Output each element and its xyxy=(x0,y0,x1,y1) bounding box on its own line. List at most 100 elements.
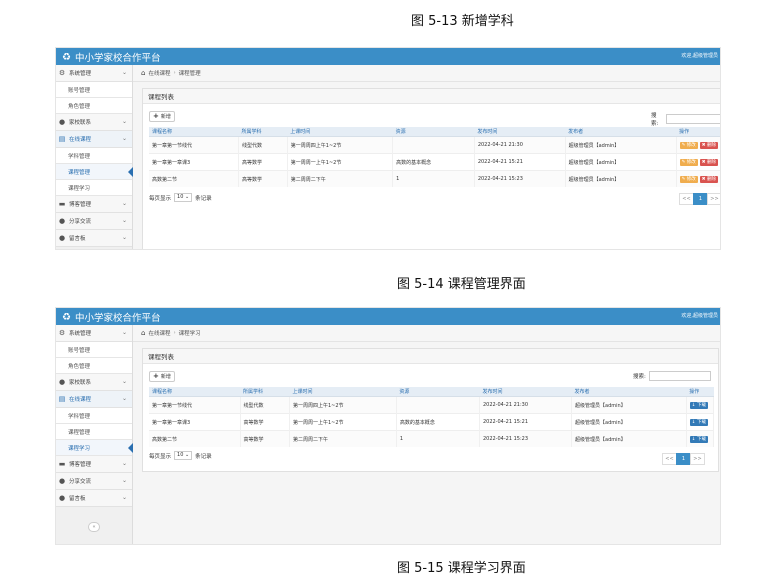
sidebar-sub-subjects[interactable]: 学科管理 xyxy=(56,408,132,424)
sidebar-sub-subjects[interactable]: 学科管理 xyxy=(56,148,132,164)
chevron-down-icon: ⌄ xyxy=(121,329,127,336)
table-row: 第一章第一节线代 线型代数 第一周周四上午1~2节 2022-04-21 21:30 超… xyxy=(149,136,720,154)
chevron-down-icon: ⌄ xyxy=(121,118,127,125)
collapse-sidebar-icon[interactable]: « xyxy=(88,522,100,532)
sidebar-sub-accounts[interactable]: 账号管理 xyxy=(56,342,132,358)
search-input[interactable] xyxy=(665,114,720,124)
chevron-down-icon: ⌄ xyxy=(121,395,127,402)
pager-prev[interactable]: << xyxy=(662,453,677,465)
chat-icon: ● xyxy=(58,477,66,485)
tag-icon: ● xyxy=(58,118,66,126)
per-page-select[interactable]: 10 ⌄ xyxy=(174,451,193,460)
blog-icon: ▬ xyxy=(58,460,66,468)
app-title: 中小学家校合作平台 xyxy=(74,53,161,64)
screenshot-course-study: ♻ 中小学家校合作平台 欢迎,超级管理员 ⚙ 系统管理 ⌄ 账号管理 角色管理 ● 家… xyxy=(55,307,721,545)
chevron-down-icon: ⌄ xyxy=(121,234,127,241)
sidebar-sub-course-study[interactable]: 课程学习 xyxy=(56,180,132,196)
screenshot-course-management: ♻ 中小学家校合作平台 欢迎,超级管理员 ⚙ 系统管理 ⌄ 账号管理 角色管理 ● 家… xyxy=(55,47,721,250)
sidebar-item-system[interactable]: ⚙ 系统管理 ⌄ xyxy=(56,65,132,82)
add-button[interactable]: + 新增 xyxy=(149,371,175,382)
app-brand: ♻ 中小学家校合作平台 xyxy=(62,50,161,65)
figure-caption-middle: 图 5-14 课程管理界面 xyxy=(397,277,526,292)
breadcrumb-item[interactable]: 在线课程 xyxy=(148,69,170,77)
sidebar-item-system[interactable]: ⚙ 系统管理 ⌄ xyxy=(56,325,132,342)
sidebar-item-courses[interactable]: ▤ 在线课程 ⌄ xyxy=(56,391,132,408)
pager-next[interactable]: >> xyxy=(690,453,705,465)
table-row: 第一章第一节线代 线型代数 第一周周四上午1~2节 2022-04-21 21:30 超… xyxy=(149,396,715,414)
breadcrumb-item[interactable]: 在线课程 xyxy=(148,329,170,337)
sidebar-item-home-school[interactable]: ● 家校联系 ⌄ xyxy=(56,374,132,391)
pagination: << 1 >> xyxy=(662,453,705,465)
course-table: 课程名称 所属学科 上课时间 资源 发布时间 发布者 操作 第一章第一节线代 线型… xyxy=(149,387,715,447)
search-input[interactable] xyxy=(648,371,711,381)
recycle-logo-icon: ♻ xyxy=(62,51,71,63)
app-brand: ♻ 中小学家校合作平台 xyxy=(62,310,160,325)
sidebar-item-blog[interactable]: ▬ 博客管理 ⌄ xyxy=(56,456,132,473)
sidebar: ⚙ 系统管理 ⌄ 账号管理 角色管理 ● 家校联系 ⌄ ▤ 在线课程 ⌄ 学科管理 课程管理… xyxy=(56,65,133,249)
sidebar-sub-accounts[interactable]: 账号管理 xyxy=(56,82,132,98)
home-icon[interactable]: ⌂ xyxy=(141,329,145,337)
chevron-down-icon: ⌄ xyxy=(121,135,127,142)
edit-button[interactable]: ✎ 修改 xyxy=(679,175,698,183)
edit-button[interactable]: ✎ 修改 xyxy=(679,158,698,166)
comment-icon: ● xyxy=(58,234,66,242)
download-button[interactable]: ↓ 下载 xyxy=(689,435,708,443)
breadcrumb: ⌂ 在线课程 › 课程学习 xyxy=(133,325,720,342)
course-list-panel: 课程列表 + 新增 搜索: 课程名称 所属学科 上课时间 资源 发布时间 发布者 … xyxy=(142,348,719,472)
edit-button[interactable]: ✎ 修改 xyxy=(679,141,698,149)
download-button[interactable]: ↓ 下载 xyxy=(689,418,708,426)
sidebar-item-share[interactable]: ● 分享交流 ⌄ xyxy=(56,473,132,490)
blog-icon: ▬ xyxy=(58,200,66,208)
pager-next[interactable]: >> xyxy=(707,193,720,205)
chat-icon: ● xyxy=(58,217,66,225)
plus-icon: + xyxy=(153,112,159,120)
chevron-down-icon: ⌄ xyxy=(121,217,127,224)
gear-icon: ⚙ xyxy=(58,69,66,77)
pagination: << 1 >> xyxy=(679,193,720,205)
table-row: 高数第二节 高等数学 第二周周二下午 1 2022-04-21 15:23 超级管理员【a… xyxy=(149,170,720,187)
per-page-select[interactable]: 10 ⌄ xyxy=(174,193,193,202)
sidebar-sub-course-manage[interactable]: 课程管理 xyxy=(56,424,132,440)
figure-caption-bottom: 图 5-15 课程学习界面 xyxy=(397,561,526,576)
table-row: 第一章第一章课3 高等数学 第一周周一上午1~2节 高数的基本概念 2022-04-21… xyxy=(149,153,720,171)
table-row: 高数第二节 高等数学 第二周周二下午 1 2022-04-21 15:23 超级管理员【a… xyxy=(149,430,715,447)
chevron-down-icon: ⌄ xyxy=(121,460,127,467)
download-button[interactable]: ↓ 下载 xyxy=(689,401,708,409)
figure-caption-top: 图 5-13 新增学科 xyxy=(411,14,514,29)
panel-title: 课程列表 xyxy=(143,89,720,104)
pager-page[interactable]: 1 xyxy=(693,193,708,205)
sidebar-item-message-board[interactable]: ● 留言板 ⌄ xyxy=(56,230,132,247)
sidebar: ⚙ 系统管理 ⌄ 账号管理 角色管理 ● 家校联系 ⌄ ▤ 在线课程 ⌄ 学科管理 课程管理… xyxy=(56,325,133,544)
pager-prev[interactable]: << xyxy=(679,193,694,205)
course-table: 课程名称 所属学科 上课时间 资源 发布时间 发布者 操作 第一章第一节线代 线型… xyxy=(149,127,720,187)
course-list-panel: 课程列表 + 新增 搜索: 课程名称 所属学科 上课时间 资源 发布时间 发布者 … xyxy=(142,88,720,249)
sidebar-item-home-school[interactable]: ● 家校联系 ⌄ xyxy=(56,114,132,131)
book-icon: ▤ xyxy=(58,135,66,143)
welcome-text[interactable]: 欢迎,超级管理员 xyxy=(681,312,718,319)
delete-button[interactable]: ✖ 删除 xyxy=(699,175,718,183)
sidebar-sub-roles[interactable]: 角色管理 xyxy=(56,98,132,114)
chevron-down-icon: ⌄ xyxy=(121,69,127,76)
chevron-down-icon: ⌄ xyxy=(121,494,127,501)
home-icon[interactable]: ⌂ xyxy=(141,69,145,77)
gear-icon: ⚙ xyxy=(58,329,66,337)
sidebar-sub-course-manage[interactable]: 课程管理 xyxy=(56,164,133,180)
sidebar-item-blog[interactable]: ▬ 博客管理 ⌄ xyxy=(56,196,132,213)
sidebar-item-share[interactable]: ● 分享交流 ⌄ xyxy=(56,213,132,230)
table-header-row: 课程名称 所属学科 上课时间 资源 发布时间 发布者 操作 xyxy=(149,127,720,137)
per-page-control: 每页显示 10 ⌄ 条记录 xyxy=(149,193,212,202)
welcome-text[interactable]: 欢迎,超级管理员 xyxy=(681,52,718,59)
add-button[interactable]: + 新增 xyxy=(149,111,175,122)
delete-button[interactable]: ✖ 删除 xyxy=(699,158,718,166)
sidebar-sub-course-study[interactable]: 课程学习 xyxy=(56,440,133,456)
top-bar: ♻ 中小学家校合作平台 欢迎,超级管理员 xyxy=(56,308,720,325)
pager-page[interactable]: 1 xyxy=(676,453,691,465)
breadcrumb-item: 课程学习 xyxy=(178,331,201,337)
sidebar-item-courses[interactable]: ▤ 在线课程 ⌄ xyxy=(56,131,132,148)
search-area: 搜索: xyxy=(633,371,711,381)
sidebar-sub-roles[interactable]: 角色管理 xyxy=(56,358,132,374)
sidebar-item-message-board[interactable]: ● 留言板 ⌄ xyxy=(56,490,132,507)
panel-title: 课程列表 xyxy=(143,349,718,364)
top-bar: ♻ 中小学家校合作平台 欢迎,超级管理员 xyxy=(56,48,720,65)
delete-button[interactable]: ✖ 删除 xyxy=(699,141,718,149)
